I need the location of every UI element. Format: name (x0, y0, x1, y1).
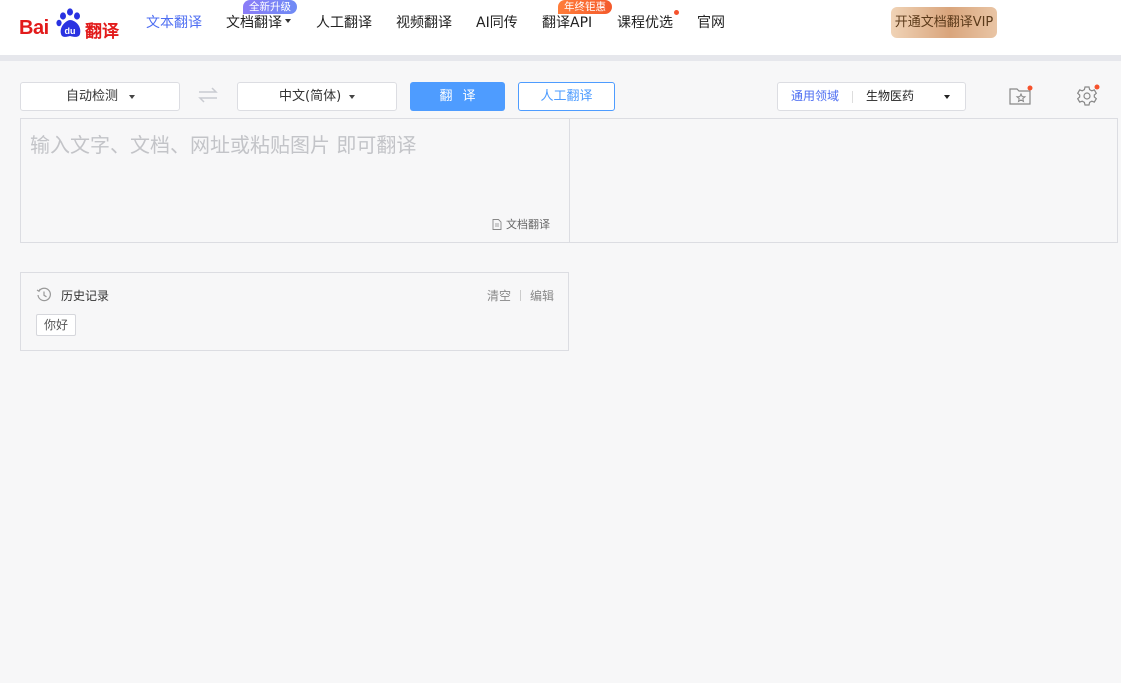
chevron-down-icon (129, 95, 135, 99)
document-translate-link[interactable]: 文档翻译 (492, 216, 550, 232)
nav-label: 人工翻译 (316, 15, 372, 31)
nav-label: 官网 (697, 15, 725, 31)
domain-divider (852, 91, 853, 103)
nav-label: AI同传 (476, 15, 518, 31)
history-title: 历史记录 (61, 289, 110, 303)
edit-history-button[interactable]: 编辑 (530, 289, 554, 303)
target-language-select[interactable]: 中文(简体) (237, 82, 397, 111)
translation-output-panel (569, 118, 1118, 243)
settings-gear-icon[interactable] (1074, 84, 1100, 108)
nav-video-translate[interactable]: 视频翻译 (396, 14, 452, 32)
nav-label: 课程优选 (617, 15, 673, 31)
new-upgrade-badge: 全新升级 (243, 0, 297, 14)
baidu-translate-logo[interactable]: Bai du 翻译 (19, 8, 121, 42)
nav-label: 文档翻译 (226, 15, 282, 31)
top-header: Bai du 翻译 文本翻译 文档翻译 全新升级 人工翻译 视频翻译 AI同传 … (0, 0, 1121, 55)
clear-history-button[interactable]: 清空 (487, 289, 511, 303)
general-domain-label[interactable]: 通用领域 (791, 83, 839, 110)
notification-dot (674, 10, 679, 15)
nav-label: 翻译API (542, 15, 593, 31)
source-language-label: 自动检测 (66, 89, 119, 104)
divider (519, 290, 521, 301)
favorites-folder-icon[interactable] (1008, 84, 1034, 108)
history-actions: 清空 编辑 (487, 287, 554, 304)
nav-human-translate[interactable]: 人工翻译 (316, 14, 372, 32)
nav-courses[interactable]: 课程优选 (617, 14, 673, 32)
domain-select[interactable]: 通用领域 生物医药 (777, 82, 966, 111)
source-text-panel: 文档翻译 (20, 118, 569, 243)
header-divider (0, 55, 1121, 61)
selected-domain-label[interactable]: 生物医药 (866, 83, 914, 110)
translate-button[interactable]: 翻译 (410, 82, 505, 111)
nav-translate-api[interactable]: 翻译API (542, 14, 592, 32)
nav-official-site[interactable]: 官网 (697, 14, 725, 32)
history-panel: 历史记录 清空 编辑 你好 (20, 272, 569, 351)
target-language-label: 中文(简体) (279, 89, 342, 104)
nav-label: 文本翻译 (146, 15, 202, 31)
nav-label: 视频翻译 (396, 15, 452, 31)
history-clock-icon (36, 287, 51, 302)
svg-text:du: du (65, 26, 76, 36)
chevron-down-icon (285, 19, 291, 23)
document-icon (492, 218, 502, 230)
history-item[interactable]: 你好 (36, 314, 77, 336)
baidu-paw-icon: du (56, 8, 81, 37)
source-language-select[interactable]: 自动检测 (20, 82, 180, 111)
human-translate-button[interactable]: 人工翻译 (518, 82, 615, 111)
document-translate-label: 文档翻译 (506, 218, 550, 231)
year-end-sale-badge: 年终钜惠 (558, 0, 612, 14)
chevron-down-icon (944, 95, 950, 99)
open-vip-button[interactable]: 开通文档翻译VIP (891, 7, 997, 38)
nav-text-translate[interactable]: 文本翻译 (146, 14, 202, 32)
nav-ai-interpret[interactable]: AI同传 (476, 14, 518, 32)
chevron-down-icon (349, 95, 355, 99)
source-text-input[interactable] (21, 119, 568, 214)
nav-doc-translate[interactable]: 文档翻译 (226, 14, 291, 32)
swap-languages-icon[interactable] (197, 86, 219, 104)
